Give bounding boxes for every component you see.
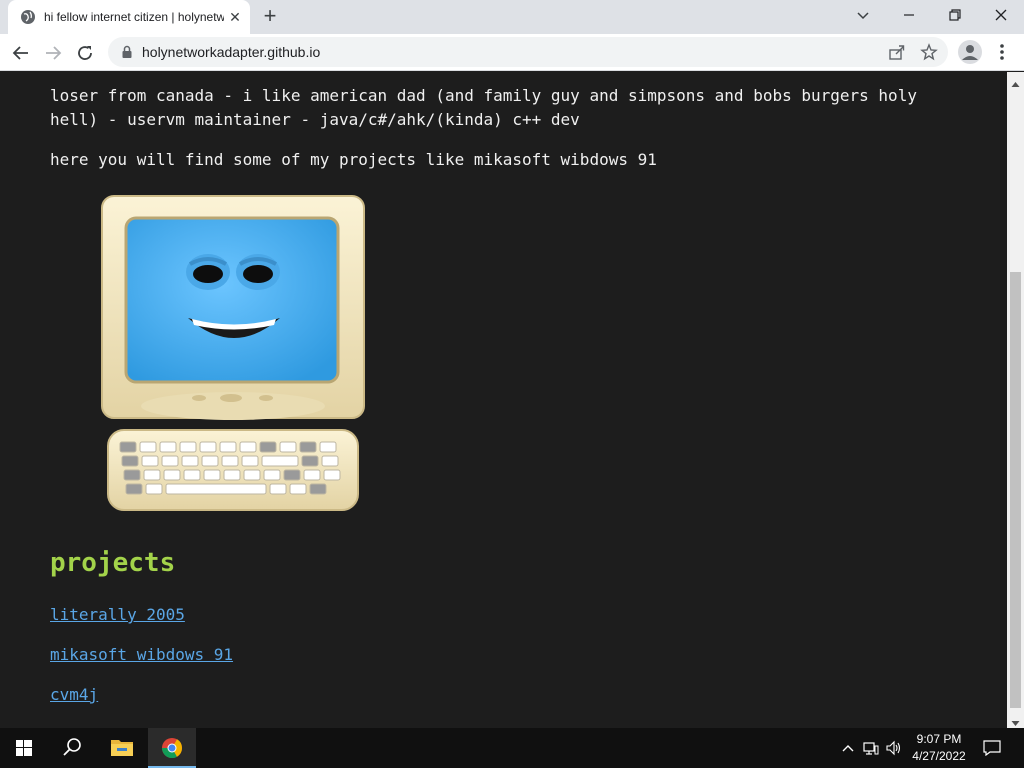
page-viewport[interactable]: loser from canada - i like american dad … [0, 72, 1007, 728]
network-icon[interactable] [863, 740, 879, 756]
file-explorer-icon[interactable] [98, 728, 146, 768]
forward-arrow-icon[interactable] [40, 40, 66, 66]
reload-icon[interactable] [72, 40, 98, 66]
browser-toolbar: holynetworkadapter.github.io [0, 34, 1024, 71]
tab-title: hi fellow internet citizen | holynetwork… [44, 10, 224, 24]
intro-text: loser from canada - i like american dad … [50, 86, 917, 129]
scrollbar-thumb[interactable] [1010, 272, 1021, 708]
minimize-icon[interactable] [886, 0, 932, 30]
tab-strip: hi fellow internet citizen | holynetwork… [0, 0, 1024, 34]
subtitle-text: here you will find some of my projects l… [50, 150, 657, 169]
search-icon[interactable] [48, 728, 96, 768]
address-bar[interactable]: holynetworkadapter.github.io [108, 37, 948, 67]
computer-mascot-image [96, 192, 368, 514]
close-icon[interactable] [978, 0, 1024, 30]
scroll-up-arrow-icon[interactable] [1011, 76, 1020, 87]
projects-heading: projects [50, 548, 176, 578]
profile-icon[interactable] [958, 40, 982, 64]
kebab-menu-icon[interactable] [994, 42, 1010, 62]
clock-date: 4/27/2022 [912, 749, 966, 763]
scroll-down-arrow-icon[interactable] [1011, 715, 1020, 726]
chevron-up-icon[interactable] [840, 740, 856, 756]
notification-icon[interactable] [983, 740, 1001, 757]
chrome-icon[interactable] [148, 728, 196, 768]
tab-search-icon[interactable] [840, 0, 886, 30]
url-text[interactable]: holynetworkadapter.github.io [142, 44, 320, 60]
back-arrow-icon[interactable] [8, 40, 34, 66]
project-link-cvm4j[interactable]: cvm4j [50, 684, 98, 706]
star-icon[interactable] [920, 43, 938, 61]
windows-taskbar: 9:07 PM 4/27/2022 [0, 728, 1024, 768]
lock-icon[interactable] [120, 45, 134, 59]
browser-tab[interactable]: hi fellow internet citizen | holynetwork… [8, 0, 250, 34]
restore-icon[interactable] [932, 0, 978, 30]
project-link-literally-2005[interactable]: literally 2005 [50, 604, 185, 626]
share-icon[interactable] [888, 43, 906, 61]
windows-start-icon[interactable] [0, 728, 48, 768]
globe-icon [20, 9, 36, 25]
system-clock[interactable]: 9:07 PM 4/27/2022 [904, 731, 974, 765]
volume-icon[interactable] [886, 740, 902, 756]
new-tab-button[interactable]: + [258, 5, 282, 29]
tab-close-icon[interactable]: ✕ [226, 8, 244, 26]
page-scrollbar[interactable] [1007, 72, 1024, 728]
clock-time: 9:07 PM [916, 732, 962, 746]
project-link-mikasoft-wibdows-91[interactable]: mikasoft wibdows 91 [50, 644, 233, 666]
